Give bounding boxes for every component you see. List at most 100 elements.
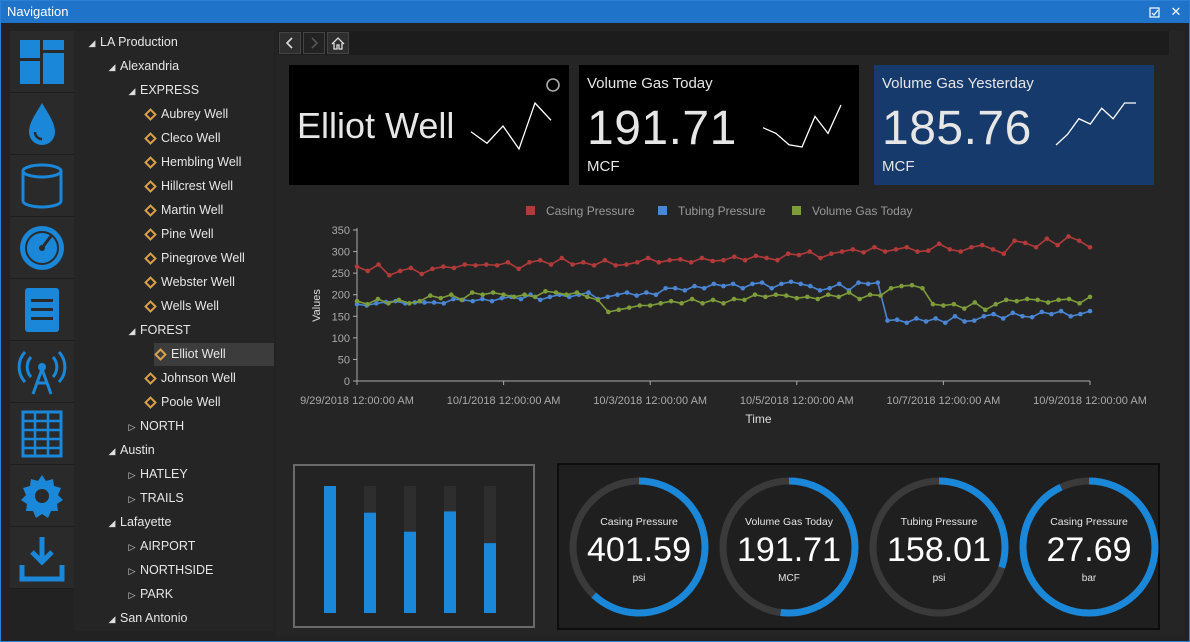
tile-unit: MCF xyxy=(882,158,915,175)
tree-item[interactable]: ◢ Austin xyxy=(74,439,274,462)
sidebar-button-grid-table[interactable] xyxy=(10,403,74,465)
tree-item[interactable]: Pinegrove Well xyxy=(74,247,274,270)
collapsed-arrow-icon[interactable]: ▷ xyxy=(124,560,140,583)
data-point xyxy=(763,294,768,300)
data-point xyxy=(958,249,963,254)
restore-icon[interactable] xyxy=(1147,5,1161,19)
back-button[interactable] xyxy=(279,32,301,54)
collapsed-arrow-icon[interactable]: ▷ xyxy=(124,536,140,559)
data-point xyxy=(730,281,736,287)
home-button[interactable] xyxy=(327,32,349,54)
sidebar-button-tank[interactable] xyxy=(10,155,74,217)
close-icon[interactable]: ✕ xyxy=(1169,4,1183,19)
tree-item[interactable]: Poole Well xyxy=(74,391,274,414)
expanded-arrow-icon[interactable]: ◢ xyxy=(104,440,120,463)
expanded-arrow-icon[interactable]: ◢ xyxy=(104,608,120,631)
sidebar-button-dashboard[interactable] xyxy=(10,31,74,93)
collapsed-arrow-icon[interactable]: ▷ xyxy=(124,464,140,487)
data-point xyxy=(672,285,678,291)
data-point xyxy=(972,300,978,305)
tree-item[interactable]: Elliot Well xyxy=(154,343,274,366)
data-point xyxy=(857,296,862,302)
tree-item-label: TRAILS xyxy=(140,491,184,505)
data-point xyxy=(547,294,553,300)
tree-item-label: Aubrey Well xyxy=(161,107,229,121)
data-point xyxy=(875,280,881,285)
data-point xyxy=(933,316,938,321)
expanded-arrow-icon[interactable]: ◢ xyxy=(124,80,140,103)
level-bar-fill xyxy=(404,531,416,613)
tree-item[interactable]: Aubrey Well xyxy=(74,103,274,126)
sidebar-button-gear[interactable] xyxy=(10,465,74,527)
data-point xyxy=(1014,298,1019,304)
legend-swatch xyxy=(526,206,535,215)
data-point xyxy=(769,285,775,291)
well-diamond-icon xyxy=(144,276,157,289)
tree-item[interactable]: ◢ Lafayette xyxy=(74,511,274,534)
tree-item[interactable]: ▷ PARK xyxy=(74,583,274,606)
tree-item-label: Wells Well xyxy=(161,299,219,313)
data-point xyxy=(624,290,630,295)
tree-item-label: Lafayette xyxy=(120,515,172,529)
data-point xyxy=(711,281,717,287)
tree-item[interactable]: Pine Well xyxy=(74,223,274,246)
tile-value: 191.71 xyxy=(587,102,737,155)
data-point xyxy=(808,283,813,289)
tree-item[interactable]: ▷ TRAILS xyxy=(74,487,274,510)
icon-sidebar xyxy=(10,31,74,589)
tree-item[interactable]: ▷ NORTH xyxy=(74,415,274,438)
data-point xyxy=(1000,316,1006,321)
tree-item[interactable]: ◢ LA Production xyxy=(74,31,274,54)
collapsed-arrow-icon[interactable]: ▷ xyxy=(124,584,140,607)
expanded-arrow-icon[interactable]: ◢ xyxy=(124,320,140,343)
data-point xyxy=(532,294,538,300)
sidebar-button-water-drop[interactable] xyxy=(10,93,74,155)
refresh-circle-icon[interactable] xyxy=(545,77,561,93)
x-tick-label: 9/29/2018 12:00:00 AM xyxy=(300,395,414,407)
sidebar-button-antenna[interactable] xyxy=(10,341,74,403)
data-point xyxy=(1049,311,1054,317)
data-point xyxy=(753,253,759,259)
tree-item[interactable]: ◢ Alexandria xyxy=(74,55,274,78)
data-point xyxy=(489,298,495,304)
data-point xyxy=(548,262,554,267)
sidebar-button-download[interactable] xyxy=(10,527,74,589)
sidebar-button-gauge[interactable] xyxy=(10,217,74,279)
tree-item[interactable]: Wells Well xyxy=(74,295,274,318)
tree-item[interactable]: Johnson Well xyxy=(74,367,274,390)
sidebar-button-document[interactable] xyxy=(10,279,74,341)
data-point xyxy=(624,262,629,267)
data-point xyxy=(788,279,794,285)
tree-item[interactable]: Hillcrest Well xyxy=(74,175,274,198)
tree-item[interactable]: ◢ San Antonio xyxy=(74,607,274,630)
well-diamond-icon xyxy=(154,348,167,361)
data-point xyxy=(484,262,489,267)
y-tick-label: 50 xyxy=(338,354,350,366)
data-point xyxy=(658,301,663,306)
expanded-arrow-icon[interactable]: ◢ xyxy=(104,512,120,535)
tree-item[interactable]: Hembling Well xyxy=(74,151,274,174)
collapsed-arrow-icon[interactable]: ▷ xyxy=(124,416,140,439)
tree-item[interactable]: ◢ EXPRESS xyxy=(74,79,274,102)
tree-item[interactable]: Webster Well xyxy=(74,271,274,294)
forward-button[interactable] xyxy=(303,32,325,54)
tree-item[interactable]: ▷ HATLEY xyxy=(74,463,274,486)
collapsed-arrow-icon[interactable]: ▷ xyxy=(124,488,140,511)
tree-item[interactable]: ▷ NORTHSIDE xyxy=(74,559,274,582)
data-point xyxy=(872,244,877,250)
data-point xyxy=(731,254,737,260)
expanded-arrow-icon[interactable]: ◢ xyxy=(104,56,120,79)
volume-gas-yesterday-tile[interactable]: Volume Gas Yesterday 185.76 MCF xyxy=(874,65,1154,185)
gauge-value: 191.71 xyxy=(737,531,841,569)
level-bar-fill xyxy=(444,511,456,613)
well-tile[interactable]: Elliot Well xyxy=(289,65,569,185)
volume-gas-today-tile[interactable]: Volume Gas Today 191.71 MCF xyxy=(579,65,859,185)
data-point xyxy=(878,293,883,298)
data-point xyxy=(740,285,746,291)
expanded-arrow-icon[interactable]: ◢ xyxy=(84,32,100,55)
tree-item[interactable]: Cleco Well xyxy=(74,127,274,150)
tree-item[interactable]: Martin Well xyxy=(74,199,274,222)
tree-item[interactable]: ◢ FOREST xyxy=(74,319,274,342)
tree-item[interactable]: ▷ AIRPORT xyxy=(74,535,274,558)
tree-item-label: FOREST xyxy=(140,323,191,337)
